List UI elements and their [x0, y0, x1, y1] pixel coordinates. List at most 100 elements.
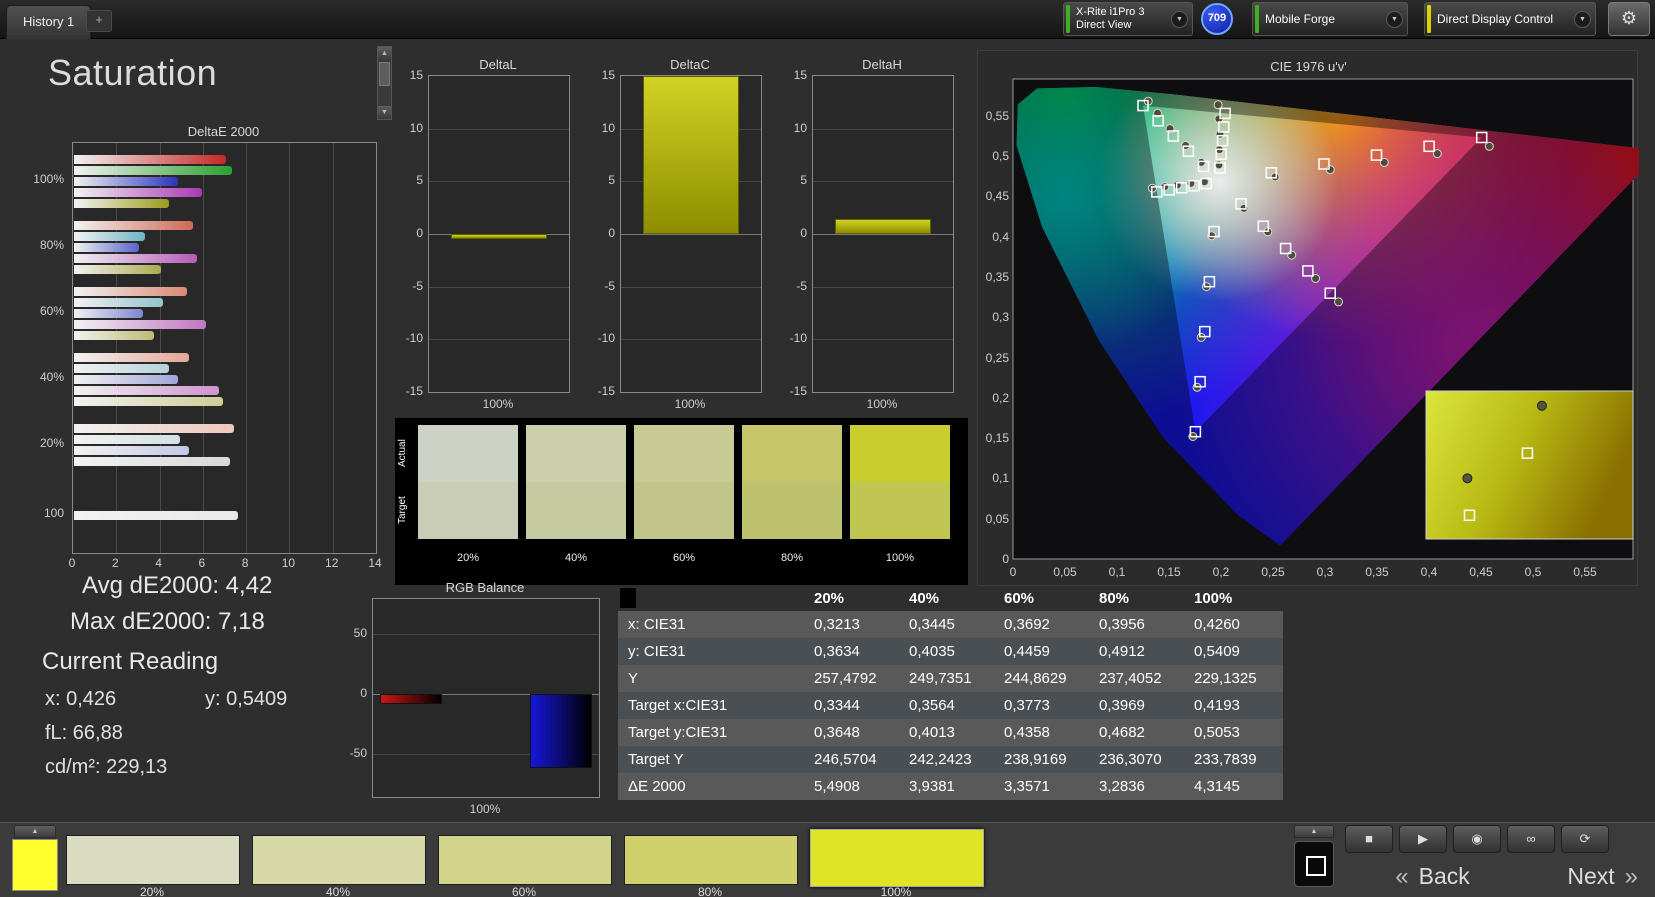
table-header-row: 20% 40% 60% 80% 100% — [618, 585, 1283, 611]
refresh-button[interactable]: ⟳ — [1561, 825, 1609, 853]
settings-button[interactable]: ⚙ — [1608, 2, 1650, 36]
patch-expand-button[interactable]: ▲ — [14, 825, 56, 838]
patch-display-toggle-button[interactable] — [1294, 841, 1334, 887]
source-name: Mobile Forge — [1265, 12, 1336, 26]
table-column-header: 40% — [909, 589, 940, 607]
swatch-label: 20% — [456, 552, 480, 564]
bottom-patch-swatch[interactable] — [66, 835, 240, 885]
current-y-reading: y: 0,5409 — [205, 688, 288, 710]
deltae-bar — [74, 319, 207, 329]
source-selector[interactable]: Mobile Forge ▼ — [1252, 2, 1408, 36]
axis-tick-label: 10 — [601, 120, 615, 135]
deltae-bar — [74, 253, 198, 263]
grid-line — [332, 143, 334, 553]
loop-button[interactable]: ∞ — [1507, 825, 1555, 853]
back-chevron-icon: « — [1395, 863, 1409, 890]
axis-tick-label: 40% — [39, 370, 64, 384]
deltae2000-chart — [72, 142, 377, 554]
table-row: Target Y 246,5704 242,2423 238,9169 236,3070… — [618, 746, 1283, 773]
axis-tick-label: 10 — [793, 120, 807, 135]
table-column-header: 80% — [1099, 589, 1130, 607]
cie-1976-diagram — [1012, 78, 1639, 560]
axis-tick-label: 10 — [409, 120, 423, 135]
table-cell: 229,1325 — [1194, 670, 1257, 687]
deltal-x-label: 100% — [482, 397, 514, 411]
grid-line — [621, 234, 761, 235]
chevron-down-icon[interactable]: ▼ — [1386, 11, 1403, 28]
bottom-patch-swatch[interactable] — [438, 835, 612, 885]
bottom-patch-swatch[interactable] — [252, 835, 426, 885]
tab-history-1[interactable]: History 1 — [6, 5, 92, 39]
axis-tick-label: 100 — [43, 506, 64, 520]
table-cell: 0,3564 — [909, 697, 955, 714]
table-row-label: Y — [628, 670, 639, 687]
axis-tick-label: 0 — [416, 226, 423, 240]
axis-tick-label: 0,55 — [985, 108, 1009, 123]
table-cell: 237,4052 — [1099, 670, 1162, 687]
table-row-label: Target y:CIE31 — [628, 724, 728, 741]
stop-button[interactable]: ■ — [1345, 825, 1393, 853]
deltae-bar — [74, 352, 189, 362]
saturation-data-table: 20% 40% 60% 80% 100% x: CIE31 0,3213 0,3445 0,36… — [618, 585, 1283, 800]
table-cell: 244,8629 — [1004, 670, 1067, 687]
axis-tick-label: 0 — [1002, 552, 1009, 566]
axis-tick-label: 0,1 — [1108, 565, 1126, 579]
delta-value-bar — [643, 76, 739, 234]
axis-tick-label: 0 — [68, 556, 76, 570]
layout-scrollbar[interactable]: ▲ ▼ — [377, 46, 392, 120]
table-cell: 0,4035 — [909, 643, 955, 660]
play-icon: ▶ — [1418, 831, 1428, 846]
chevron-down-icon[interactable]: ▼ — [1171, 11, 1188, 28]
grid-line — [813, 181, 953, 183]
colorspace-badge[interactable]: 709 — [1201, 3, 1233, 35]
next-button[interactable]: Next » — [1516, 857, 1648, 895]
meter-name: X-Rite i1Pro 3 — [1076, 6, 1145, 18]
grid-line — [621, 286, 761, 288]
table-row: Y 257,4792 249,7351 244,8629 237,4052 229,132… — [618, 665, 1283, 692]
deltae-bar — [74, 176, 178, 186]
axis-tick-label: 0,2 — [1212, 565, 1230, 579]
table-cell: 0,4193 — [1194, 697, 1240, 714]
add-tab-button[interactable]: + — [86, 10, 112, 32]
axis-tick-label: -10 — [597, 331, 615, 346]
chevron-down-icon[interactable]: ▼ — [1574, 11, 1591, 28]
back-button[interactable]: « Back — [1340, 857, 1515, 895]
deltae-bar — [74, 396, 224, 406]
bottom-patch-swatch[interactable] — [624, 835, 798, 885]
loop-icon: ∞ — [1526, 831, 1536, 846]
axis-tick-label: -15 — [789, 384, 807, 398]
scroll-up-button[interactable]: ▲ — [378, 47, 391, 60]
meter-text: X-Rite i1Pro 3 Direct View — [1076, 6, 1166, 32]
table-cell: 5,4908 — [814, 778, 860, 795]
deltae-bar — [74, 264, 161, 274]
bottom-patch-swatch[interactable] — [810, 829, 984, 887]
grid-line — [429, 181, 569, 183]
table-cell: 4,3145 — [1194, 778, 1240, 795]
table-column-header: 100% — [1194, 589, 1233, 607]
table-cell: 0,4912 — [1099, 643, 1145, 660]
display-control-selector[interactable]: Direct Display Control ▼ — [1424, 2, 1596, 36]
play-button[interactable]: ▶ — [1399, 825, 1447, 853]
actual-swatch — [634, 425, 734, 482]
scroll-thumb[interactable] — [379, 62, 390, 86]
meter-status-stripe — [1066, 5, 1070, 33]
grid-line — [429, 128, 569, 130]
deltah-chart: DeltaH 100% 15 10 5 0 -5 -10 -15 — [776, 57, 956, 411]
deltae-bar — [74, 424, 235, 433]
table-row-label: Target Y — [628, 751, 684, 768]
scroll-down-button[interactable]: ▼ — [378, 106, 391, 119]
axis-tick-label: 4 — [155, 556, 162, 570]
record-button[interactable]: ◉ — [1453, 825, 1501, 853]
table-cell: 0,3969 — [1099, 697, 1145, 714]
axis-tick-label: 20% — [39, 436, 64, 450]
axis-tick-label: -15 — [405, 384, 423, 398]
deltac-x-label: 100% — [674, 397, 706, 411]
fl-reading: fL: 66,88 — [45, 722, 123, 744]
table-cell: 3,9381 — [909, 778, 955, 795]
meter-selector[interactable]: X-Rite i1Pro 3 Direct View ▼ — [1063, 2, 1193, 36]
controls-expand-button[interactable]: ▲ — [1294, 825, 1334, 838]
deltae-bar — [74, 435, 181, 444]
record-icon: ◉ — [1471, 831, 1483, 846]
actual-swatch — [850, 425, 950, 482]
grid-line — [813, 339, 953, 341]
